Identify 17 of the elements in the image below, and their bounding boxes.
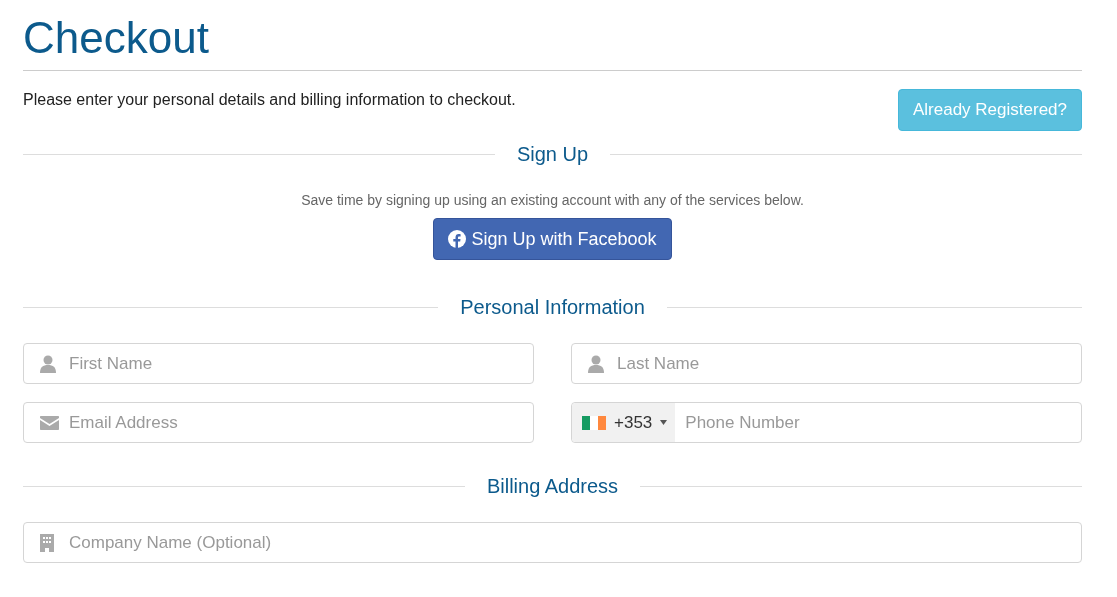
country-selector[interactable]: +353 xyxy=(572,403,676,442)
section-heading: Personal Information xyxy=(460,296,645,319)
section-heading: Billing Address xyxy=(486,475,619,498)
flag-icon xyxy=(582,415,606,430)
page-title: Checkout xyxy=(23,12,1082,71)
facebook-icon xyxy=(448,230,467,248)
input-field[interactable]: Last Name xyxy=(571,343,1082,384)
signup-note: Save time by signing up using an existing account with any of the services below. xyxy=(301,192,804,208)
dial-code: +353 xyxy=(614,412,653,433)
phone-field[interactable]: +353 Phone Number xyxy=(571,402,1082,443)
caret-icon xyxy=(660,420,668,425)
intro-text: Please enter your personal details and billing information to checkout. xyxy=(23,91,516,109)
facebook-signup-button[interactable]: Sign Up with Facebook xyxy=(433,218,672,260)
section-heading: Sign Up xyxy=(516,143,589,166)
input-field[interactable]: Email Address xyxy=(23,402,534,443)
input-field[interactable]: First Name xyxy=(23,343,534,384)
input-field[interactable]: Company Name (Optional) xyxy=(23,522,1082,563)
